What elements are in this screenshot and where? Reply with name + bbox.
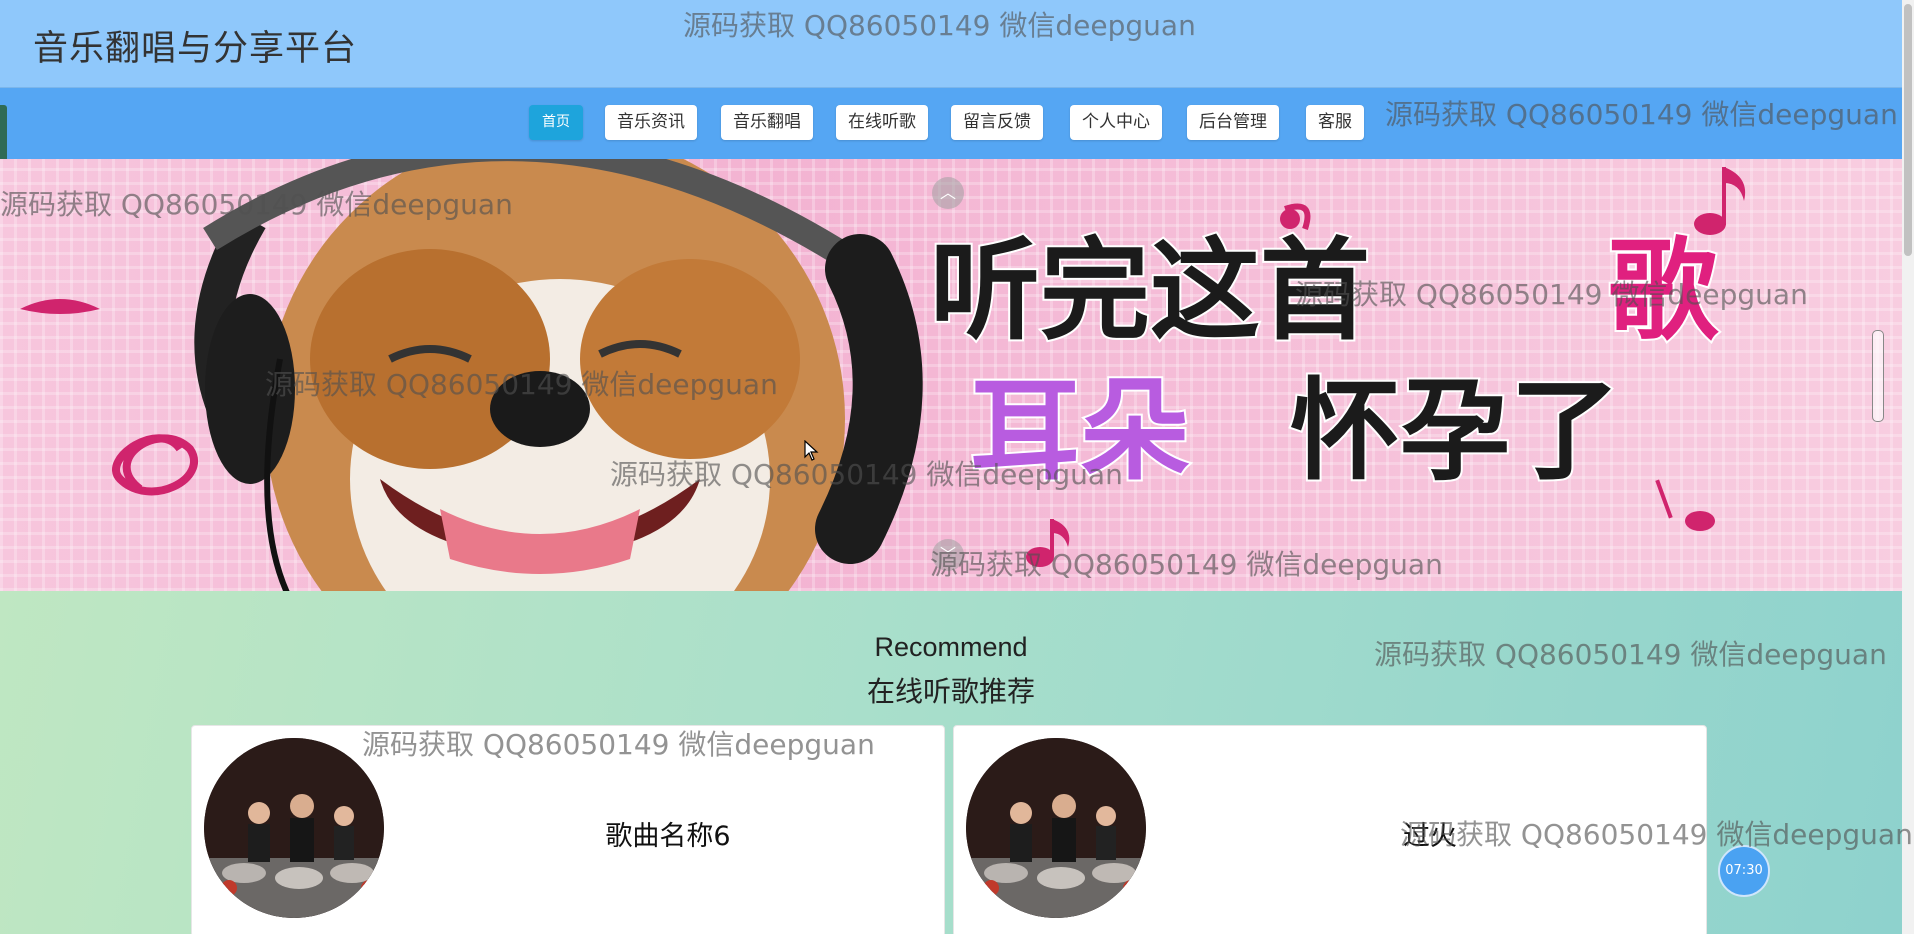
section-title-cn: 在线听歌推荐 [866, 675, 1035, 708]
song-cover-image[interactable] [204, 738, 384, 918]
song-name[interactable]: 歌曲名称6 [392, 814, 944, 853]
main-nav: 首页 音乐资讯 音乐翻唱 在线听歌 留言反馈 个人中心 后台管理 客服 [0, 88, 1902, 159]
banner-headline-accent1: 歌 [1608, 227, 1719, 355]
nav-customer-service[interactable]: 客服 [1306, 105, 1364, 140]
mouse-cursor-icon [804, 440, 819, 461]
nav-personal-center[interactable]: 个人中心 [1070, 105, 1162, 140]
banner-headline-accent2: 耳朵 [970, 367, 1190, 495]
dog-illustration [194, 159, 923, 591]
carousel-prev-button[interactable]: ︿ [932, 177, 964, 209]
nav-music-cover[interactable]: 音乐翻唱 [721, 105, 813, 140]
recommend-section: Recommend 在线听歌推荐 歌曲名称6 过火 [0, 591, 1902, 934]
side-scroll-handle[interactable] [1872, 330, 1884, 422]
banner-carousel[interactable]: 听完这首 歌 耳朵 怀孕了 ︿ ﹀ [0, 159, 1902, 591]
song-cover-image[interactable] [966, 738, 1146, 918]
banner-headline-line1: 听完这首 [930, 227, 1370, 355]
song-card[interactable]: 过火 [953, 725, 1707, 934]
site-title: 音乐翻唱与分享平台 [33, 29, 358, 69]
nav-home[interactable]: 首页 [529, 105, 583, 140]
song-name[interactable]: 过火 [1154, 814, 1706, 853]
nav-admin[interactable]: 后台管理 [1187, 105, 1279, 140]
carousel-next-button[interactable]: ﹀ [932, 539, 964, 571]
side-tab[interactable] [0, 105, 7, 163]
banner-artwork: 听完这首 歌 耳朵 怀孕了 [20, 159, 1746, 591]
nav-music-news[interactable]: 音乐资讯 [605, 105, 697, 140]
nav-feedback[interactable]: 留言反馈 [951, 105, 1043, 140]
nav-online-listening[interactable]: 在线听歌 [836, 105, 928, 140]
timer-badge[interactable]: 07:30 [1718, 845, 1770, 897]
page-scrollbar[interactable] [1902, 0, 1914, 934]
song-card[interactable]: 歌曲名称6 [191, 725, 945, 934]
site-header: 音乐翻唱与分享平台 [0, 0, 1902, 88]
scrollbar-thumb[interactable] [1904, 4, 1912, 256]
banner-headline-line2: 怀孕了 [1290, 367, 1620, 495]
section-title-en: Recommend [874, 632, 1028, 662]
